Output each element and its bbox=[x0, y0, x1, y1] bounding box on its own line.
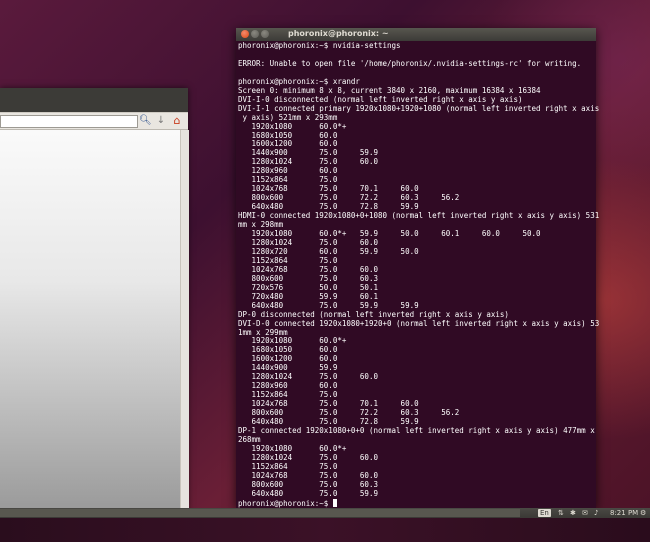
terminal-line: 640x480 75.0 72.8 59.9 bbox=[251, 202, 419, 212]
mail-icon[interactable]: ✉ bbox=[582, 509, 588, 517]
terminal-line: 800x600 75.0 60.3 bbox=[251, 479, 378, 489]
browser-content bbox=[0, 130, 180, 508]
volume-icon[interactable]: ♪ bbox=[594, 509, 598, 517]
terminal-line: 1680x1050 60.0 bbox=[251, 345, 338, 355]
gear-icon[interactable]: ⚙ bbox=[640, 509, 646, 517]
download-arrow-icon[interactable]: ↓ bbox=[155, 114, 167, 127]
browser-scrollbar[interactable] bbox=[180, 130, 189, 508]
terminal-line: 1440x900 59.9 bbox=[251, 363, 338, 373]
terminal-line: y axis) 521mm x 293mm bbox=[242, 112, 338, 122]
terminal-line: 1mm x 299mm bbox=[238, 327, 288, 337]
terminal-line: 1920x1080 60.0*+ bbox=[251, 443, 347, 453]
terminal-line: 1024x768 75.0 60.0 bbox=[251, 470, 378, 480]
terminal-line: 1024x768 75.0 70.1 60.0 bbox=[251, 184, 419, 194]
terminal-line: 800x600 75.0 60.3 bbox=[251, 273, 378, 283]
terminal-line: 720x576 50.0 50.1 bbox=[251, 282, 378, 292]
desktop-background bbox=[0, 518, 650, 542]
terminal-titlebar[interactable]: phoronix@phoronix: ~ bbox=[236, 28, 596, 41]
terminal-line: ERROR: Unable to open file '/home/phoron… bbox=[238, 58, 582, 68]
search-icon[interactable]: 🔍︎ bbox=[139, 114, 152, 127]
terminal-line: DVI-I-1 connected primary 1920x1080+1920… bbox=[238, 103, 600, 113]
terminal-title: phoronix@phoronix: ~ bbox=[288, 29, 389, 38]
terminal-line: phoronix@phoronix:~$ xrandr bbox=[238, 76, 360, 86]
taskbar-segment bbox=[0, 509, 520, 517]
terminal-line: 1280x1024 75.0 60.0 bbox=[251, 237, 378, 247]
terminal-line: 1152x864 75.0 bbox=[251, 461, 338, 471]
minimize-icon[interactable] bbox=[251, 30, 259, 38]
terminal-line: 1152x864 75.0 bbox=[251, 175, 338, 185]
home-icon[interactable]: ⌂ bbox=[171, 114, 183, 127]
terminal-line: 640x480 75.0 59.9 59.9 bbox=[251, 300, 419, 310]
text-cursor bbox=[332, 498, 337, 507]
terminal-line: 800x600 75.0 72.2 60.3 56.2 bbox=[251, 193, 460, 203]
terminal-prompt: phoronix@phoronix:~$ bbox=[238, 498, 333, 508]
terminal-line: 1600x1200 60.0 bbox=[251, 354, 338, 364]
terminal-line: 1920x1080 60.0*+ bbox=[251, 336, 347, 346]
terminal-lines: phoronix@phoronix:~$ nvidia-settings ERR… bbox=[238, 41, 599, 498]
terminal-line: 1024x768 75.0 70.1 60.0 bbox=[251, 399, 419, 409]
terminal-line: Screen 0: minimum 8 x 8, current 3840 x … bbox=[238, 85, 541, 95]
terminal-line: 1280x1024 75.0 60.0 bbox=[251, 157, 378, 167]
terminal-line: 1152x864 75.0 bbox=[251, 390, 338, 400]
terminal-line: 1280x720 60.0 59.9 50.0 bbox=[251, 246, 419, 256]
terminal-line: DP-1 connected 1920x1080+0+0 (normal lef… bbox=[238, 425, 595, 435]
terminal-line: DVI-I-0 disconnected (normal left invert… bbox=[238, 94, 523, 104]
terminal-line: 1440x900 75.0 59.9 bbox=[251, 148, 378, 158]
terminal-line: 1600x1200 60.0 bbox=[251, 139, 338, 149]
bluetooth-icon[interactable]: ✱ bbox=[570, 509, 576, 517]
terminal-line: 1680x1050 60.0 bbox=[251, 130, 338, 140]
terminal-line: 640x480 75.0 72.8 59.9 bbox=[251, 417, 419, 427]
terminal-output[interactable]: phoronix@phoronix:~$ nvidia-settings ERR… bbox=[238, 41, 599, 509]
close-icon[interactable] bbox=[241, 30, 249, 38]
terminal-line: 1024x768 75.0 60.0 bbox=[251, 264, 378, 274]
terminal-line: phoronix@phoronix:~$ nvidia-settings bbox=[238, 41, 401, 50]
browser-window: 🔍︎ ↓ ⌂ bbox=[0, 88, 189, 518]
terminal-line: 1280x960 60.0 bbox=[251, 381, 338, 391]
terminal-line: 720x480 59.9 60.1 bbox=[251, 291, 378, 301]
terminal-line: 1920x1080 60.0*+ bbox=[251, 121, 347, 131]
clock[interactable]: 8:21 PM bbox=[610, 509, 638, 517]
terminal-line: 800x600 75.0 72.2 60.3 56.2 bbox=[251, 408, 460, 418]
terminal-line: 1280x1024 75.0 60.0 bbox=[251, 452, 378, 462]
terminal-line: 640x480 75.0 59.9 bbox=[251, 488, 378, 498]
terminal-line: 1280x960 60.0 bbox=[251, 166, 338, 176]
network-icon[interactable]: ⇅ bbox=[558, 509, 564, 517]
terminal-line: DVI-D-0 connected 1920x1080+1920+0 (norm… bbox=[238, 318, 600, 328]
terminal-line: 1920x1080 60.0*+ 59.9 50.0 60.1 60.0 50.… bbox=[251, 229, 541, 239]
url-bar[interactable] bbox=[0, 115, 138, 128]
keyboard-indicator[interactable]: En bbox=[538, 509, 551, 517]
terminal-line: DP-0 disconnected (normal left inverted … bbox=[238, 309, 509, 319]
terminal-line: 1152x864 75.0 bbox=[251, 255, 338, 265]
terminal-line: 268mm bbox=[238, 434, 261, 444]
maximize-icon[interactable] bbox=[261, 30, 269, 38]
terminal-line: HDMI-0 connected 1920x1080+0+1080 (norma… bbox=[238, 211, 600, 221]
terminal-line: 1280x1024 75.0 60.0 bbox=[251, 372, 378, 382]
terminal-line: mm x 298mm bbox=[238, 220, 284, 230]
terminal-window: phoronix@phoronix: ~ phoronix@phoronix:~… bbox=[236, 28, 599, 509]
